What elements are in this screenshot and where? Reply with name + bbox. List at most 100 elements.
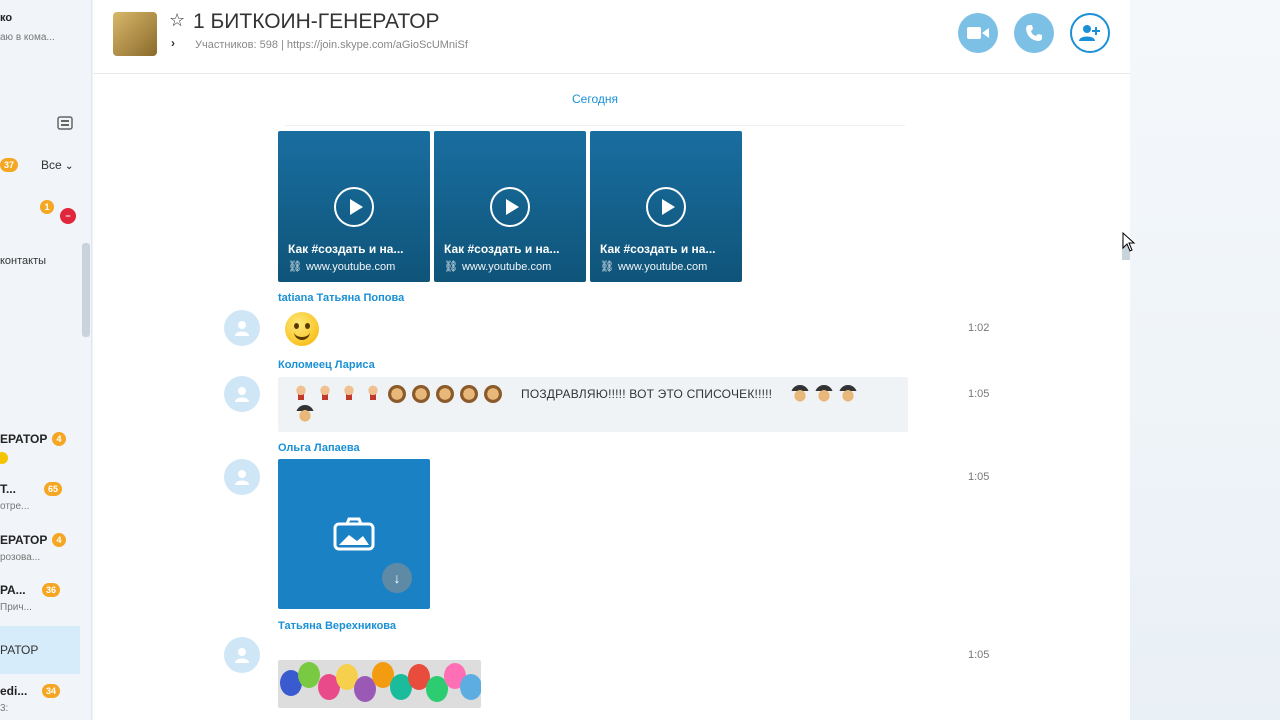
play-icon[interactable] xyxy=(490,187,530,227)
link-icon: ⛓ xyxy=(444,261,458,273)
video-title: Как #создать и на... xyxy=(288,242,404,256)
video-url-row: ⛓ www.youtube.com xyxy=(288,260,395,273)
chat-title[interactable]: 1 БИТКОИН-ГЕНЕРАТОР xyxy=(193,10,440,34)
video-title: Как #создать и на... xyxy=(444,242,560,256)
video-camera-icon xyxy=(967,27,989,39)
date-separator: Сегодня xyxy=(285,82,905,126)
cheerleader-icon xyxy=(292,385,310,403)
pirate-icon xyxy=(815,385,833,403)
dialpad-icon[interactable] xyxy=(57,116,73,130)
sidebar-item-preview: 3: xyxy=(0,703,9,714)
person-icon xyxy=(235,387,249,402)
chat-header: ☆ 1 БИТКОИН-ГЕНЕРАТОР › Участников: 598 … xyxy=(93,0,1130,74)
sidebar-item[interactable]: ЕРАТОР 4 розова... xyxy=(0,531,80,571)
sidebar-item-label: РА... xyxy=(0,583,26,597)
monkey-icon xyxy=(484,385,502,403)
sidebar-item[interactable]: Т... 65 отре... xyxy=(0,480,80,520)
emoticon-row xyxy=(292,385,502,403)
sidebar-item[interactable]: ЕРАТОР 4 xyxy=(0,430,80,470)
message-text: ПОЗДРАВЛЯЮ!!!!! ВОТ ЭТО СПИСОЧЕК!!!!! xyxy=(521,387,773,401)
image-attachment[interactable]: ↓ xyxy=(278,459,430,609)
sidebar-item[interactable]: edi... 34 3: xyxy=(0,682,80,720)
mouse-cursor-icon xyxy=(1122,232,1136,252)
cheerleader-icon xyxy=(364,385,382,403)
filter-label: Все xyxy=(41,158,62,172)
avatar[interactable] xyxy=(224,376,260,412)
sidebar-item-badge: 36 xyxy=(42,583,61,597)
unread-badge: 37 xyxy=(0,158,19,172)
sidebar-item-label: Т... xyxy=(0,482,16,496)
chat-panel: ☆ 1 БИТКОИН-ГЕНЕРАТОР › Участников: 598 … xyxy=(93,0,1130,720)
balloons-image[interactable] xyxy=(278,660,481,708)
message-time: 1:05 xyxy=(968,388,990,400)
emoticon-row xyxy=(296,405,314,423)
phone-icon xyxy=(1026,25,1042,41)
video-url: www.youtube.com xyxy=(305,261,396,273)
contacts-link[interactable]: контакты xyxy=(0,255,46,267)
sidebar-item-preview: отре... xyxy=(0,501,30,512)
video-call-button[interactable] xyxy=(958,13,998,53)
monkey-icon xyxy=(460,385,478,403)
avatar[interactable] xyxy=(224,459,260,495)
avatar[interactable] xyxy=(224,310,260,346)
link-icon: ⛓ xyxy=(600,261,614,273)
sidebar-item[interactable]: РА... 36 Прич... xyxy=(0,581,80,621)
video-url-row: ⛓ www.youtube.com xyxy=(444,260,551,273)
avatar[interactable] xyxy=(224,637,260,673)
video-preview-card[interactable]: Как #создать и на... ⛓ www.youtube.com xyxy=(590,131,742,282)
audio-call-button[interactable] xyxy=(1014,13,1054,53)
group-avatar[interactable] xyxy=(113,12,157,56)
monkey-icon xyxy=(436,385,454,403)
emoticon-row xyxy=(791,385,857,403)
sidebar-profile-status: аю в кома... xyxy=(0,32,55,43)
sidebar-item-preview: розова... xyxy=(0,552,41,563)
sidebar-item-preview: Прич... xyxy=(0,602,32,613)
chat-subtitle[interactable]: Участников: 598 | https://join.skype.com… xyxy=(195,39,468,51)
background-panel xyxy=(1130,0,1280,720)
message-time: 1:02 xyxy=(968,322,990,334)
add-people-button[interactable] xyxy=(1070,13,1110,53)
sidebar-item-label: edi... xyxy=(0,684,28,698)
download-icon[interactable]: ↓ xyxy=(382,563,412,593)
conversation-sidebar: ко аю в кома... 37 Все ⌄ 1 − контакты ЕР… xyxy=(0,0,92,720)
message-time: 1:05 xyxy=(968,471,990,483)
pirate-icon xyxy=(296,405,314,423)
star-icon[interactable]: ☆ xyxy=(169,10,185,31)
smiley-emoticon-icon[interactable] xyxy=(285,312,319,346)
play-icon[interactable] xyxy=(646,187,686,227)
sidebar-item-badge: 34 xyxy=(42,684,61,698)
monkey-icon xyxy=(388,385,406,403)
date-label: Сегодня xyxy=(572,92,618,106)
person-icon xyxy=(235,470,249,485)
video-url: www.youtube.com xyxy=(617,261,708,273)
link-icon: ⛓ xyxy=(288,261,302,273)
smiley-icon xyxy=(0,452,8,464)
video-title: Как #создать и на... xyxy=(600,242,716,256)
video-preview-card[interactable]: Как #создать и на... ⛓ www.youtube.com xyxy=(434,131,586,282)
sidebar-item-badge: 4 xyxy=(52,432,66,446)
person-icon xyxy=(235,648,249,663)
filter-dropdown[interactable]: Все ⌄ xyxy=(41,158,73,172)
cheerleader-icon xyxy=(316,385,334,403)
sidebar-item-label: ЕРАТОР xyxy=(0,432,48,446)
status-busy-icon: − xyxy=(60,208,76,224)
cheerleader-icon xyxy=(340,385,358,403)
message-sender[interactable]: tatiana Татьяна Попова xyxy=(278,292,404,304)
chevron-right-icon[interactable]: › xyxy=(171,36,175,50)
pirate-icon xyxy=(839,385,857,403)
sidebar-scrollbar[interactable] xyxy=(82,243,90,337)
balloon-shape xyxy=(298,662,320,688)
message-sender[interactable]: Татьяна Верехникова xyxy=(278,620,396,632)
sidebar-item-badge: 65 xyxy=(44,482,63,496)
add-person-icon xyxy=(1079,25,1100,41)
play-icon[interactable] xyxy=(334,187,374,227)
image-icon xyxy=(333,517,375,551)
sidebar-item-selected[interactable]: РАТОР xyxy=(0,626,80,674)
message-time: 1:05 xyxy=(968,649,990,661)
message-sender[interactable]: Коломеец Лариса xyxy=(278,359,375,371)
monkey-icon xyxy=(412,385,430,403)
video-preview-card[interactable]: Как #создать и на... ⛓ www.youtube.com xyxy=(278,131,430,282)
message-bubble[interactable]: ПОЗДРАВЛЯЮ!!!!! ВОТ ЭТО СПИСОЧЕК!!!!! xyxy=(278,377,908,432)
message-sender[interactable]: Ольга Лапаева xyxy=(278,442,360,454)
video-url-row: ⛓ www.youtube.com xyxy=(600,260,707,273)
